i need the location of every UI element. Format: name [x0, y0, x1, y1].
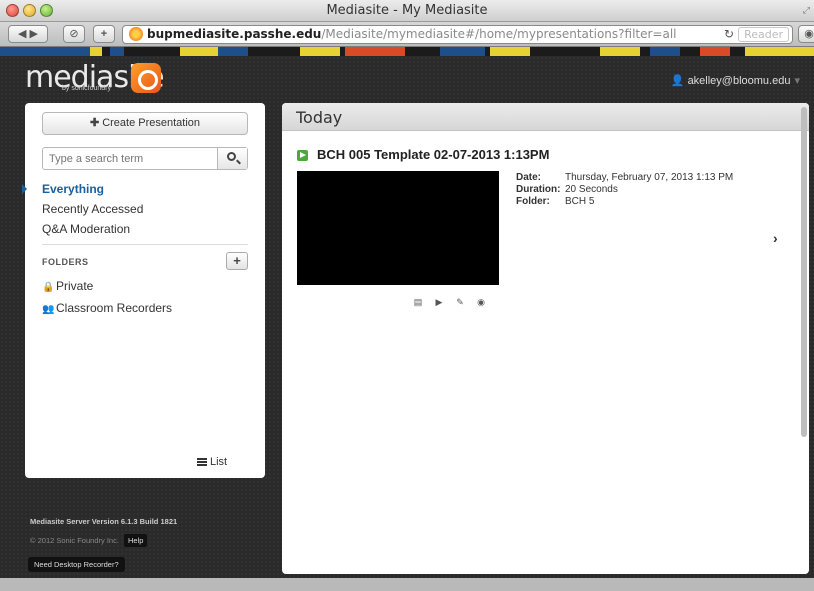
- help-link[interactable]: Help: [124, 534, 148, 547]
- list-view-toggle[interactable]: List: [191, 449, 240, 475]
- date-value: Thursday, February 07, 2013 1:13 PM: [565, 172, 734, 183]
- edit-icon[interactable]: ✎: [453, 296, 467, 308]
- back-icon[interactable]: ◀: [18, 28, 26, 40]
- folder-label: Folder:: [516, 196, 550, 207]
- day-heading: Today: [296, 108, 343, 127]
- search-input[interactable]: [43, 148, 219, 169]
- browser-toolbar: ◀ ▶ ⊘ + bupmediasite.passhe.edu/Mediasit…: [0, 22, 814, 47]
- desktop-recorder-button[interactable]: Need Desktop Recorder?: [28, 557, 125, 572]
- duration-value: 20 Seconds: [565, 184, 618, 195]
- create-presentation-button[interactable]: ✚ Create Presentation: [42, 112, 248, 135]
- play-icon[interactable]: [297, 150, 308, 161]
- content-header: Today: [282, 103, 809, 131]
- active-pointer-icon: [22, 184, 27, 194]
- window-title: Mediasite - My Mediasite: [326, 3, 488, 18]
- add-folder-button[interactable]: +: [226, 252, 248, 270]
- lock-icon: 🔒: [42, 282, 55, 293]
- app-header: mediasite by sonicfoundry 👤 akelley@bloo…: [0, 56, 814, 100]
- presentation-thumbnail[interactable]: [297, 171, 499, 285]
- add-tab-icon[interactable]: +: [93, 25, 115, 43]
- create-presentation-label: Create Presentation: [102, 117, 201, 129]
- duration-label: Duration:: [516, 184, 561, 195]
- sidebar-item-label: Everything: [42, 182, 105, 196]
- reload-icon[interactable]: ↻: [724, 26, 734, 43]
- scrollbar[interactable]: [801, 107, 807, 437]
- url-host: bupmediasite.passhe.edu: [147, 27, 322, 41]
- folder-label: Classroom Recorders: [56, 301, 173, 315]
- view-icon[interactable]: ◉: [474, 296, 488, 308]
- sidebar-item-everything[interactable]: Everything: [22, 179, 252, 199]
- list-label: List: [210, 456, 228, 468]
- folder-value: BCH 5: [565, 196, 595, 207]
- search-button[interactable]: [217, 148, 247, 169]
- date-label: Date:: [516, 172, 542, 183]
- folders-heading: FOLDERS: [42, 257, 89, 267]
- logo-tagline: by sonicfoundry: [62, 85, 112, 92]
- footer: Mediasite Server Version 6.1.3 Build 182…: [30, 517, 178, 547]
- window-titlebar: Mediasite - My Mediasite ⤢: [0, 0, 814, 22]
- history-icon[interactable]: ⊘: [63, 25, 85, 43]
- main-area: ✚Create Presentation Everything Recently…: [0, 100, 814, 591]
- search-box: [42, 147, 248, 170]
- address-bar[interactable]: bupmediasite.passhe.edu/Mediasite/mymedi…: [122, 25, 793, 44]
- downloads-icon[interactable]: ◉: [798, 25, 814, 43]
- sidebar-item-private[interactable]: 🔒 Private: [42, 279, 93, 293]
- chevron-down-icon: ▾: [794, 75, 800, 87]
- user-menu[interactable]: 👤 akelley@bloomu.edu ▾: [671, 74, 800, 87]
- sidebar-item-qa-moderation[interactable]: Q&A Moderation: [42, 219, 252, 239]
- search-icon: [227, 152, 236, 161]
- browser-status-bar: [0, 578, 814, 591]
- site-favicon-icon: [129, 27, 143, 41]
- fullscreen-icon[interactable]: ⤢: [803, 5, 810, 16]
- divider: [42, 244, 248, 245]
- presentation-details: Date: Thursday, February 07, 2013 1:13 PM…: [516, 172, 733, 208]
- mediasite-logo-icon: [131, 63, 161, 93]
- server-version: Mediasite Server Version 6.1.3 Build 182…: [30, 517, 178, 526]
- sidebar: ✚Create Presentation Everything Recently…: [22, 103, 265, 478]
- list-icon: [197, 458, 207, 466]
- plus-icon: ✚: [89, 117, 100, 129]
- forward-icon[interactable]: ▶: [30, 28, 38, 40]
- presentation-title[interactable]: BCH 005 Template 02-07-2013 1:13PM: [317, 147, 549, 162]
- thumbnail-toolbar: ▤ ▶ ✎ ◉: [411, 294, 495, 308]
- user-icon: 👤: [670, 75, 685, 87]
- reader-button[interactable]: Reader: [738, 27, 789, 42]
- sidebar-nav: Everything Recently Accessed Q&A Moderat…: [22, 179, 252, 239]
- copyright-line: © 2012 Sonic Foundry Inc. Help: [30, 534, 148, 547]
- back-forward-buttons[interactable]: ◀ ▶: [8, 25, 48, 43]
- users-icon: 👥: [42, 304, 55, 315]
- user-email: akelley@bloomu.edu: [687, 75, 791, 87]
- sidebar-item-recently-accessed[interactable]: Recently Accessed: [42, 199, 252, 219]
- brand-stripe: [0, 47, 814, 56]
- content-panel: Today BCH 005 Template 02-07-2013 1:13PM…: [282, 103, 809, 574]
- play-small-icon[interactable]: ▶: [432, 296, 446, 308]
- sidebar-item-classroom-recorders[interactable]: 👥 Classroom Recorders: [42, 301, 172, 315]
- url-path: /Mediasite/mymediasite#/home/mypresentat…: [321, 27, 677, 41]
- calendar-icon: [154, 461, 163, 469]
- folder-label: Private: [56, 279, 94, 293]
- chevron-right-icon[interactable]: ›: [773, 230, 778, 246]
- slides-icon[interactable]: ▤: [411, 296, 425, 308]
- copyright: © 2012 Sonic Foundry Inc.: [30, 536, 119, 545]
